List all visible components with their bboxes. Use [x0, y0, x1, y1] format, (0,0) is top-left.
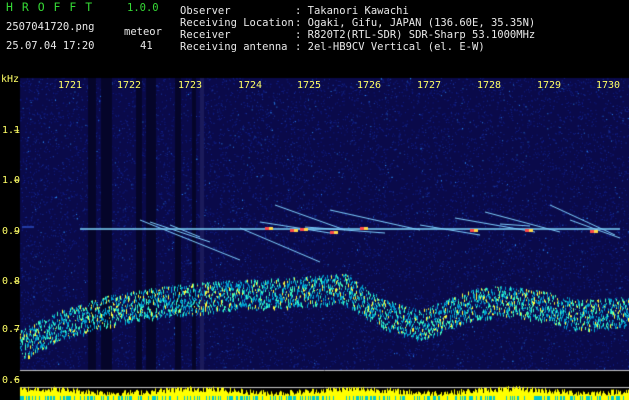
antenna-label: Receiving antenna	[180, 41, 288, 53]
x-tick-label: 1723	[178, 80, 203, 91]
app-version: 1.0.0	[127, 2, 159, 14]
meteor-label: meteor	[124, 26, 162, 38]
x-tick-label: 1726	[357, 80, 382, 91]
y-tick-label: 0.6	[2, 375, 21, 386]
app-title: H R O F F T	[6, 0, 94, 14]
y-tick-label: 1.1	[2, 125, 21, 136]
x-tick-label: 1721	[58, 80, 83, 91]
x-tick-label: 1722	[117, 80, 142, 91]
y-tick-label: 0.8	[2, 276, 21, 287]
file-name: 2507041720.png	[6, 21, 95, 33]
x-tick-label: 1729	[537, 80, 562, 91]
timestamp: 25.07.04 17:20	[6, 40, 95, 52]
x-tick-label: 1728	[477, 80, 502, 91]
y-tick-label: 0.9	[2, 226, 21, 237]
x-tick-label: 1730	[596, 80, 621, 91]
antenna-value: : 2el-HB9CV Vertical (el. E-W)	[295, 41, 485, 53]
y-axis-unit: kHz	[1, 74, 20, 85]
x-tick-label: 1727	[417, 80, 442, 91]
x-tick-label: 1724	[238, 80, 263, 91]
y-tick-label: 0.7	[2, 324, 21, 335]
meteor-count: 41	[140, 40, 153, 52]
y-tick-label: 1.0	[2, 175, 21, 186]
x-tick-label: 1725	[297, 80, 322, 91]
spectrogram-canvas	[0, 0, 629, 400]
